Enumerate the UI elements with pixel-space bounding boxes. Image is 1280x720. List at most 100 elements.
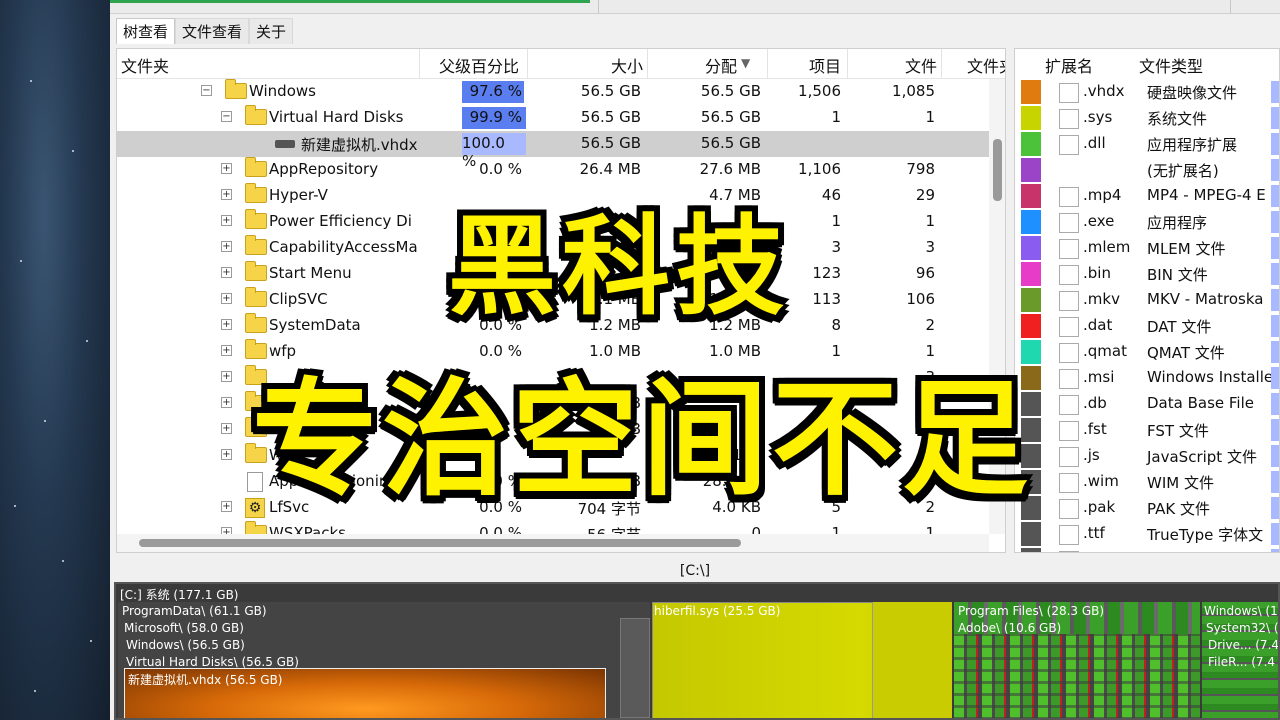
extension-name: .qmat (1083, 342, 1127, 360)
extension-type: Data Base File (1147, 394, 1254, 412)
color-swatch (1021, 314, 1041, 338)
color-swatch (1021, 210, 1041, 234)
table-row[interactable]: 新建虚拟机.vhdx 100.0 % 56.5 GB 56.5 GB (117, 131, 1005, 170)
treemap-label-vhd: Virtual Hard Disks\ (56.5 GB) (126, 655, 299, 669)
extension-row[interactable]: .wim WIM 文件 (1015, 469, 1279, 495)
extension-row[interactable]: .dll 应用程序扩展 (1015, 131, 1279, 157)
overlay-caption-line1: 黑科技 (448, 205, 791, 330)
extension-row[interactable]: .mkv MKV - Matroska (1015, 287, 1279, 313)
table-row[interactable]: − Virtual Hard Disks 99.9 % 56.5 GB 56.5 GB 1… (117, 105, 1005, 131)
expand-icon[interactable]: + (221, 189, 232, 200)
header-extension[interactable]: 扩展名 (1045, 53, 1093, 77)
expand-icon[interactable]: + (221, 293, 232, 304)
expand-icon[interactable]: + (221, 501, 232, 512)
header-files[interactable]: 文件 (905, 53, 937, 77)
row-name: AppRepository (269, 160, 379, 178)
extension-type: 应用程序扩展 (1147, 136, 1238, 154)
extension-size-bar (1271, 367, 1279, 389)
extension-size-bar (1271, 263, 1279, 285)
extension-size-bar (1271, 445, 1279, 467)
row-name: ClipSVC (269, 290, 328, 308)
treemap-label-vhdx: 新建虚拟机.vhdx (56.5 GB) (128, 673, 283, 687)
extension-type: MKV - Matroska (1147, 290, 1264, 308)
extension-name: .exe (1083, 212, 1115, 230)
extension-name: .wim (1083, 472, 1119, 490)
extension-row[interactable]: .db Data Base File (1015, 391, 1279, 417)
header-file-type[interactable]: 文件类型 (1139, 53, 1203, 77)
view-tabs: 树查看 文件查看 关于 (116, 18, 294, 44)
extension-row[interactable]: .msi Windows Installe (1015, 365, 1279, 391)
extension-size-bar (1271, 159, 1279, 181)
extension-name: .js (1083, 446, 1100, 464)
extension-type: FST 文件 (1147, 422, 1209, 440)
extension-row[interactable]: .dat DAT 文件 (1015, 313, 1279, 339)
extension-name: .mkv (1083, 290, 1120, 308)
header-allocated[interactable]: 分配 (705, 53, 737, 77)
file-icon (1059, 265, 1079, 285)
parent-percent-value: 0.0 % (479, 160, 522, 178)
extension-row[interactable]: (无扩展名) (1015, 157, 1279, 183)
treemap[interactable]: [C:] 系统 (177.1 GB) ProgramData\ (61.1 GB… (114, 582, 1280, 720)
horizontal-scrollbar[interactable] (117, 534, 989, 552)
extension-name: .pak (1083, 498, 1116, 516)
expand-icon[interactable]: + (221, 371, 232, 382)
treemap-label-programdata: ProgramData\ (61.1 GB) (122, 604, 267, 618)
horizontal-scroll-thumb[interactable] (139, 539, 741, 547)
disk-icon (1059, 83, 1079, 103)
tab-file-view[interactable]: 文件查看 (175, 18, 250, 44)
extension-row[interactable]: .js JavaScript 文件 (1015, 443, 1279, 469)
extension-size-bar (1271, 315, 1279, 337)
extension-size-bar (1271, 289, 1279, 311)
extension-type: Windows Installe (1147, 368, 1274, 386)
expand-icon[interactable]: + (221, 215, 232, 226)
extension-row[interactable]: .qmat QMAT 文件 (1015, 339, 1279, 365)
extension-row[interactable]: .fst FST 文件 (1015, 417, 1279, 443)
table-row[interactable]: − Windows 97.6 % 56.5 GB 56.5 GB 1,506 1,085 (117, 79, 1005, 105)
parent-percent-cell: 97.6 % (462, 81, 526, 103)
tab-about[interactable]: 关于 (249, 18, 294, 44)
header-folder[interactable]: 文件夹 (121, 53, 169, 77)
row-name: Virtual Hard Disks (269, 108, 404, 126)
collapse-icon[interactable]: − (221, 111, 232, 122)
folder-icon (245, 183, 267, 203)
extension-name: .vhdx (1083, 82, 1125, 100)
extension-row[interactable]: PNG 文件 (1015, 547, 1279, 552)
extension-row[interactable]: .mp4 MP4 - MPEG-4 E (1015, 183, 1279, 209)
file-icon (1059, 213, 1079, 233)
parent-percent-cell: 0.0 % (462, 159, 526, 181)
extension-row[interactable]: .sys 系统文件 (1015, 105, 1279, 131)
extension-type: MP4 - MPEG-4 E (1147, 186, 1266, 204)
extension-name: .dat (1083, 316, 1113, 334)
folder-icon (245, 261, 267, 281)
extension-row[interactable]: .pak PAK 文件 (1015, 495, 1279, 521)
header-items[interactable]: 项目 (809, 53, 841, 77)
header-parent-percent[interactable]: 父级百分比 (439, 53, 519, 77)
expand-icon[interactable]: + (221, 163, 232, 174)
row-files: 1,085 (892, 82, 935, 100)
extension-size-bar (1271, 81, 1279, 103)
header-size[interactable]: 大小 (611, 53, 643, 77)
expand-icon[interactable]: + (221, 345, 232, 356)
expand-icon[interactable]: + (221, 267, 232, 278)
color-swatch (1021, 132, 1041, 156)
extension-row[interactable]: .exe 应用程序 (1015, 209, 1279, 235)
extension-row[interactable]: .bin BIN 文件 (1015, 261, 1279, 287)
gear-file-icon (1059, 109, 1079, 129)
expand-icon[interactable]: + (221, 423, 232, 434)
extension-row[interactable]: .mlem MLEM 文件 (1015, 235, 1279, 261)
expand-icon[interactable]: + (221, 319, 232, 330)
color-swatch (1021, 106, 1041, 130)
expand-icon[interactable]: + (221, 449, 232, 460)
header-folders[interactable]: 文件夹 (967, 53, 1005, 77)
row-name: SystemData (269, 316, 361, 334)
row-size: 56.5 GB (580, 108, 641, 126)
row-files: 96 (915, 264, 935, 282)
expand-icon[interactable]: + (221, 397, 232, 408)
tab-tree-view[interactable]: 树查看 (116, 18, 176, 44)
expand-icon[interactable]: + (221, 241, 232, 252)
collapse-icon[interactable]: − (201, 85, 212, 96)
extension-row[interactable]: .ttf TrueType 字体文 (1015, 521, 1279, 547)
row-name: Power Efficiency Di (269, 212, 412, 230)
vertical-scroll-thumb[interactable] (993, 139, 1002, 201)
extension-row[interactable]: .vhdx 硬盘映像文件 (1015, 79, 1279, 105)
